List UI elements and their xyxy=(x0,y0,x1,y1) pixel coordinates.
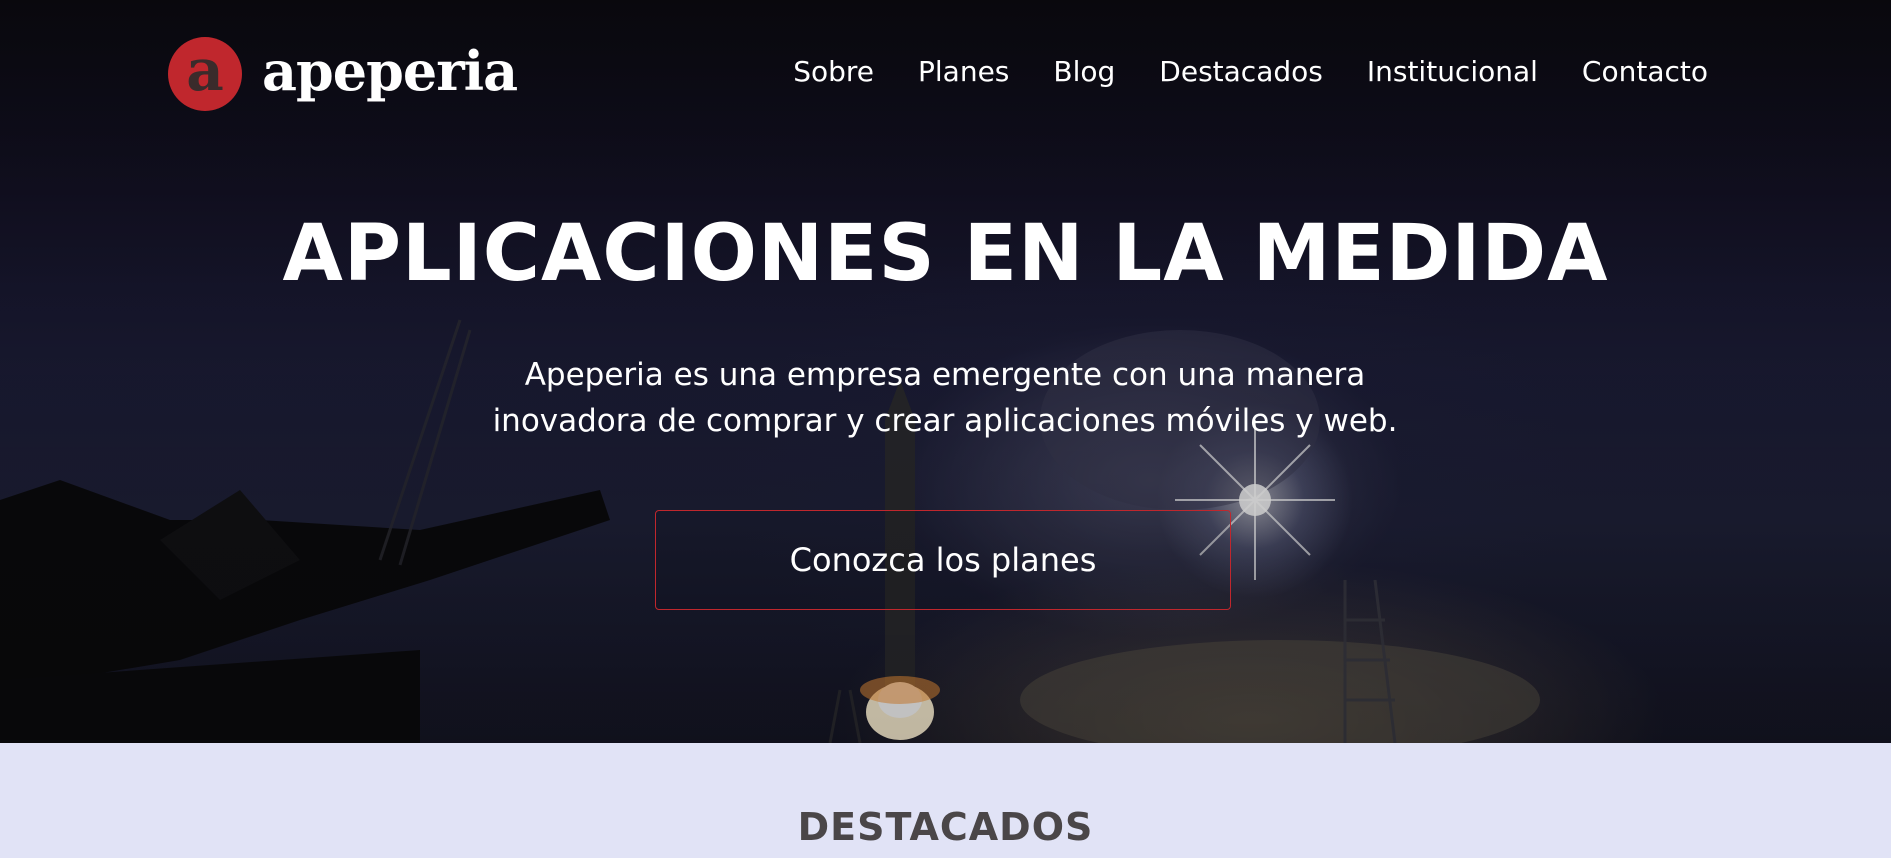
hero-headline: APLICACIONES EN LA MEDIDA xyxy=(282,209,1609,299)
nav-link-planes[interactable]: Planes xyxy=(918,55,1009,88)
hero-subtitle-line-2: inovadora de comprar y crear aplicacione… xyxy=(492,403,1398,439)
nav-link-destacados[interactable]: Destacados xyxy=(1159,55,1323,88)
featured-section: DESTACADOS xyxy=(0,743,1891,858)
top-navigation: a apeperia Sobre Planes Blog Destacados … xyxy=(168,36,1708,112)
nav-link-institucional[interactable]: Institucional xyxy=(1367,55,1538,88)
hero-subtitle: Apeperia es una empresa emergente con un… xyxy=(445,352,1445,444)
nav-link-sobre[interactable]: Sobre xyxy=(793,55,874,88)
brand-logo[interactable]: a apeperia xyxy=(168,36,518,112)
view-plans-button[interactable]: Conozca los planes xyxy=(655,510,1231,610)
brand-name: apeperia xyxy=(262,39,518,103)
nav-link-blog[interactable]: Blog xyxy=(1053,55,1115,88)
hero-subtitle-line-1: Apeperia es una empresa emergente con un… xyxy=(524,357,1366,393)
logo-letter: a xyxy=(186,36,224,104)
nav-link-contacto[interactable]: Contacto xyxy=(1582,55,1708,88)
logo-mark-icon: a xyxy=(168,37,242,111)
nav-menu: Sobre Planes Blog Destacados Institucion… xyxy=(793,36,1708,106)
section-title: DESTACADOS xyxy=(797,805,1094,849)
hero-banner: a apeperia Sobre Planes Blog Destacados … xyxy=(0,0,1891,743)
